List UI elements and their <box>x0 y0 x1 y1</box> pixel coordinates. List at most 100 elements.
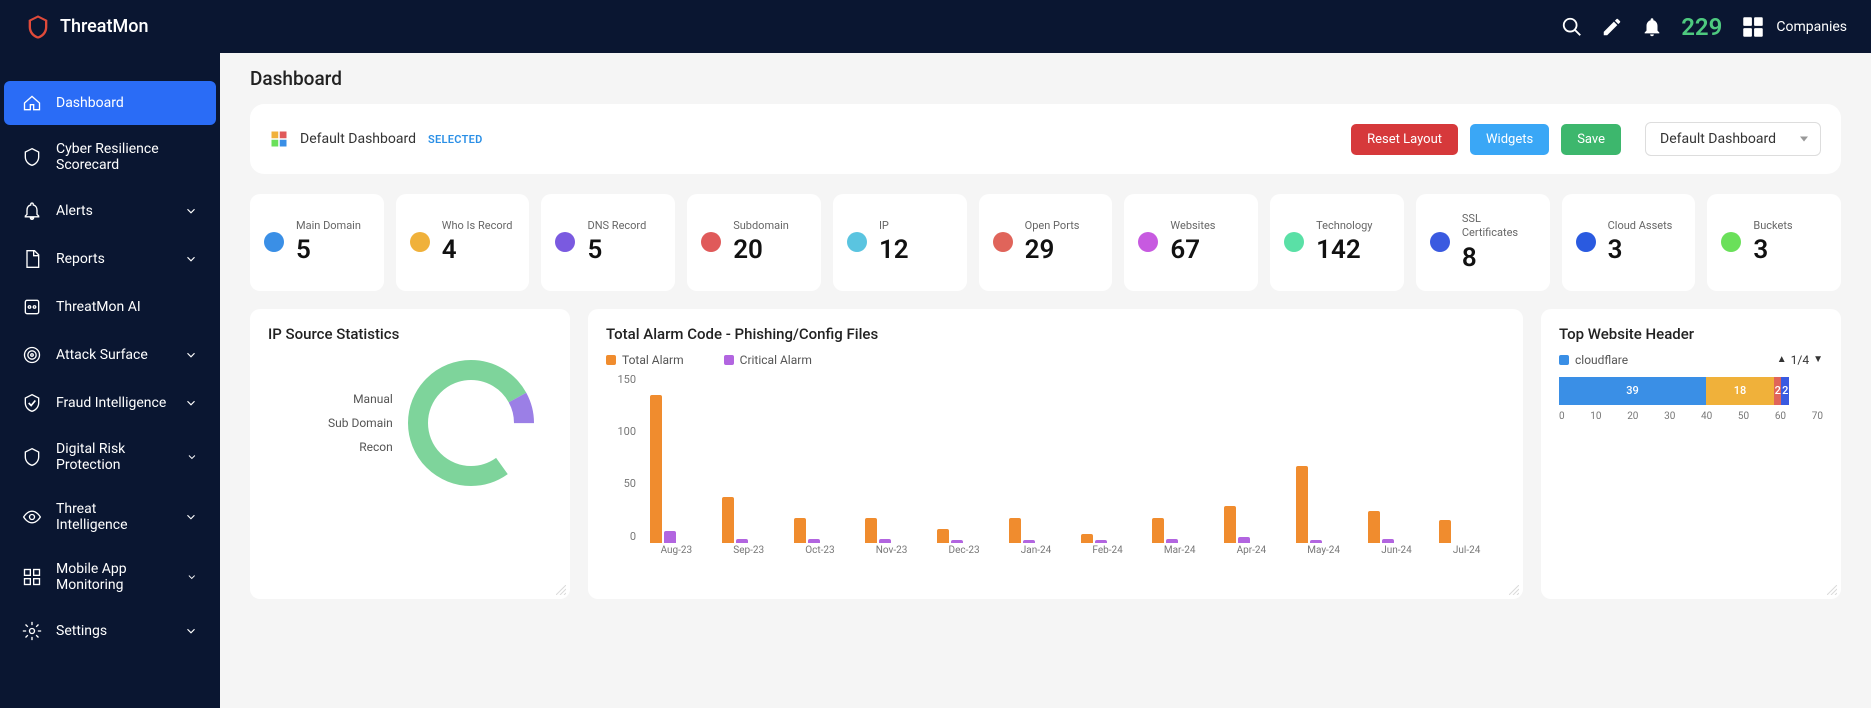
donut-legend: Manual Sub Domain Recon <box>328 392 393 454</box>
stat-label: DNS Record <box>587 219 646 233</box>
stat-card[interactable]: Cloud Assets3 <box>1562 194 1696 291</box>
stat-icon <box>262 230 286 254</box>
stat-card[interactable]: DNS Record5 <box>541 194 675 291</box>
nav-label: Mobile App Monitoring <box>56 561 172 593</box>
legend-manual: Manual <box>353 392 393 406</box>
sidebar-item-settings[interactable]: Settings <box>4 609 216 653</box>
stat-card[interactable]: Main Domain 5 <box>250 194 384 291</box>
stat-card[interactable]: IP12 <box>833 194 967 291</box>
topbar: ThreatMon 229 Companies <box>0 0 1871 53</box>
legend-total: Total Alarm <box>606 353 684 367</box>
hw-legend: cloudflare ▲ 1/4 ▼ <box>1559 353 1823 367</box>
bar-critical <box>808 539 820 542</box>
hw-legend-left: cloudflare <box>1559 353 1628 367</box>
brand[interactable]: ThreatMon <box>24 13 148 41</box>
target-icon <box>22 345 42 365</box>
resize-handle-icon[interactable] <box>1509 585 1519 595</box>
stat-icon <box>553 230 577 254</box>
chevron-down-icon <box>186 450 198 464</box>
bar-total <box>1081 534 1093 543</box>
stat-label: Main Domain <box>296 219 361 233</box>
bar-critical <box>1095 540 1107 542</box>
bar-critical <box>951 540 963 542</box>
home-icon <box>22 93 42 113</box>
stat-card[interactable]: SSL Certificates8 <box>1416 194 1550 291</box>
bar-total <box>650 395 662 542</box>
nav-label: Attack Surface <box>56 347 148 363</box>
resize-handle-icon[interactable] <box>556 585 566 595</box>
nav-label: Fraud Intelligence <box>56 395 166 411</box>
stat-card[interactable]: Who Is Record 4 <box>396 194 530 291</box>
stat-row: Main Domain5Who Is Record4DNS Record5Sub… <box>250 194 1841 291</box>
sidebar-item-dashboard[interactable]: Dashboard <box>4 81 216 125</box>
stat-label: Who Is Record <box>442 219 513 233</box>
stat-value: 4 <box>442 235 457 265</box>
bar-critical <box>664 531 676 542</box>
stat-label: Subdomain <box>733 219 789 233</box>
edit-icon[interactable] <box>1601 16 1623 38</box>
dashboard-select[interactable]: Default Dashboard <box>1645 122 1821 156</box>
main-content: Dashboard Default Dashboard SELECTED Res… <box>220 53 1871 708</box>
stat-card[interactable]: Buckets3 <box>1707 194 1841 291</box>
bar-yaxis: 150100500 <box>606 373 636 543</box>
stat-card[interactable]: Open Ports29 <box>979 194 1113 291</box>
bar-total <box>722 497 734 542</box>
stat-card[interactable]: Websites67 <box>1124 194 1258 291</box>
stat-icon <box>699 230 723 254</box>
donut-chart <box>401 353 541 493</box>
stat-label: Buckets <box>1753 219 1792 233</box>
bar-total <box>794 518 806 543</box>
stat-icon <box>1282 230 1306 254</box>
nav-label: Threat Intelligence <box>56 501 170 533</box>
resize-handle-icon[interactable] <box>1827 585 1837 595</box>
stat-label: Open Ports <box>1025 219 1080 233</box>
nav-label: Dashboard <box>56 95 124 111</box>
bar-critical <box>1238 537 1250 543</box>
chevron-down-icon <box>186 570 198 584</box>
bell-icon <box>22 201 42 221</box>
legend-critical: Critical Alarm <box>724 353 812 367</box>
sidebar-item-reports[interactable]: Reports <box>4 237 216 281</box>
sidebar-item-cyber-resilience-scorecard[interactable]: Cyber Resilience Scorecard <box>4 129 216 185</box>
search-icon[interactable] <box>1561 16 1583 38</box>
hw-axis: 010203040506070 <box>1559 411 1823 422</box>
hw-legend-name: cloudflare <box>1575 353 1628 367</box>
companies-icon <box>1740 14 1766 40</box>
bar-xaxis: Aug-23Sep-23Oct-23Nov-23Dec-23Jan-24Feb-… <box>640 545 1501 563</box>
hw-segment: 2 <box>1774 377 1782 405</box>
stat-value: 20 <box>733 235 763 265</box>
bell-icon[interactable] <box>1641 16 1663 38</box>
dashboard-icon <box>270 130 288 148</box>
stat-value: 8 <box>1462 243 1477 273</box>
sidebar-item-threatmon-ai[interactable]: ThreatMon AI <box>4 285 216 329</box>
bar-total <box>1224 506 1236 542</box>
page-title: Dashboard <box>250 67 1841 90</box>
sidebar-item-threat-intelligence[interactable]: Threat Intelligence <box>4 489 216 545</box>
sidebar-item-digital-risk-protection[interactable]: Digital Risk Protection <box>4 429 216 485</box>
stat-label: IP <box>879 219 889 233</box>
notification-count: 229 <box>1681 13 1722 41</box>
chart-legend: Total Alarm Critical Alarm <box>606 353 1505 367</box>
grid-icon <box>22 567 42 587</box>
stat-card[interactable]: Technology142 <box>1270 194 1404 291</box>
sidebar-item-fraud-intelligence[interactable]: Fraud Intelligence <box>4 381 216 425</box>
widgets-button[interactable]: Widgets <box>1470 124 1549 155</box>
sidebar-item-mobile-app-monitoring[interactable]: Mobile App Monitoring <box>4 549 216 605</box>
bar-total <box>1296 466 1308 543</box>
pager-next-icon[interactable]: ▼ <box>1813 354 1823 365</box>
pager-prev-icon[interactable]: ▲ <box>1777 354 1787 365</box>
save-button[interactable]: Save <box>1561 124 1621 155</box>
reset-layout-button[interactable]: Reset Layout <box>1351 124 1458 155</box>
bar-total <box>1368 511 1380 543</box>
panel-title: IP Source Statistics <box>268 325 552 343</box>
companies-button[interactable]: Companies <box>1740 14 1847 40</box>
sidebar-item-alerts[interactable]: Alerts <box>4 189 216 233</box>
stat-card[interactable]: Subdomain 20 <box>687 194 821 291</box>
chevron-down-icon <box>184 252 198 266</box>
hw-segment: 18 <box>1706 377 1774 405</box>
stat-icon <box>845 230 869 254</box>
stat-icon <box>1719 230 1743 254</box>
stat-label: Websites <box>1170 219 1215 233</box>
stat-value: 5 <box>296 235 311 265</box>
sidebar-item-attack-surface[interactable]: Attack Surface <box>4 333 216 377</box>
